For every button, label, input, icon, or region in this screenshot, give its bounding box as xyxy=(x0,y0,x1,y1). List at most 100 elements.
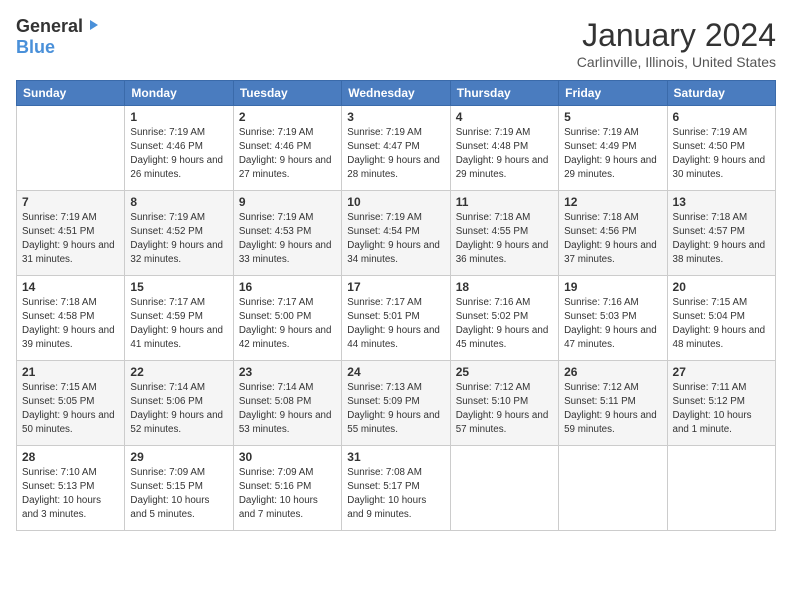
sunrise-text: Sunrise: 7:11 AM xyxy=(673,382,747,393)
day-cell: 11Sunrise: 7:18 AMSunset: 4:55 PMDayligh… xyxy=(450,191,558,276)
daylight-text: Daylight: 9 hours and 50 minutes. xyxy=(22,410,115,435)
day-number: 26 xyxy=(564,365,661,379)
day-info: Sunrise: 7:19 AMSunset: 4:47 PMDaylight:… xyxy=(347,126,444,181)
day-number: 28 xyxy=(22,450,119,464)
day-info: Sunrise: 7:09 AMSunset: 5:16 PMDaylight:… xyxy=(239,466,336,521)
day-info: Sunrise: 7:08 AMSunset: 5:17 PMDaylight:… xyxy=(347,466,444,521)
sunset-text: Sunset: 4:46 PM xyxy=(239,141,311,152)
day-info: Sunrise: 7:19 AMSunset: 4:46 PMDaylight:… xyxy=(239,126,336,181)
daylight-text: Daylight: 9 hours and 38 minutes. xyxy=(673,240,766,265)
sunrise-text: Sunrise: 7:08 AM xyxy=(347,467,422,478)
day-number: 6 xyxy=(673,110,770,124)
calendar-subtitle: Carlinville, Illinois, United States xyxy=(577,54,776,70)
sunrise-text: Sunrise: 7:12 AM xyxy=(564,382,639,393)
daylight-text: Daylight: 10 hours and 5 minutes. xyxy=(130,495,209,520)
day-info: Sunrise: 7:11 AMSunset: 5:12 PMDaylight:… xyxy=(673,381,770,436)
sunrise-text: Sunrise: 7:15 AM xyxy=(22,382,97,393)
day-info: Sunrise: 7:12 AMSunset: 5:11 PMDaylight:… xyxy=(564,381,661,436)
daylight-text: Daylight: 9 hours and 37 minutes. xyxy=(564,240,657,265)
day-number: 24 xyxy=(347,365,444,379)
day-number: 4 xyxy=(456,110,553,124)
logo-arrow-icon xyxy=(86,18,100,37)
week-row-3: 14Sunrise: 7:18 AMSunset: 4:58 PMDayligh… xyxy=(17,276,776,361)
sunrise-text: Sunrise: 7:19 AM xyxy=(564,127,639,138)
logo-blue: Blue xyxy=(16,37,100,58)
day-number: 12 xyxy=(564,195,661,209)
day-number: 21 xyxy=(22,365,119,379)
sunset-text: Sunset: 4:53 PM xyxy=(239,226,311,237)
sunrise-text: Sunrise: 7:09 AM xyxy=(239,467,314,478)
daylight-text: Daylight: 9 hours and 30 minutes. xyxy=(673,155,766,180)
sunrise-text: Sunrise: 7:13 AM xyxy=(347,382,422,393)
day-number: 2 xyxy=(239,110,336,124)
sunset-text: Sunset: 4:47 PM xyxy=(347,141,419,152)
sunrise-text: Sunrise: 7:16 AM xyxy=(456,297,531,308)
day-info: Sunrise: 7:15 AMSunset: 5:05 PMDaylight:… xyxy=(22,381,119,436)
day-number: 9 xyxy=(239,195,336,209)
sunrise-text: Sunrise: 7:14 AM xyxy=(239,382,314,393)
day-cell: 3Sunrise: 7:19 AMSunset: 4:47 PMDaylight… xyxy=(342,106,450,191)
daylight-text: Daylight: 9 hours and 33 minutes. xyxy=(239,240,332,265)
day-cell: 24Sunrise: 7:13 AMSunset: 5:09 PMDayligh… xyxy=(342,361,450,446)
sunrise-text: Sunrise: 7:14 AM xyxy=(130,382,205,393)
logo: General Blue xyxy=(16,16,100,58)
day-info: Sunrise: 7:12 AMSunset: 5:10 PMDaylight:… xyxy=(456,381,553,436)
day-cell: 31Sunrise: 7:08 AMSunset: 5:17 PMDayligh… xyxy=(342,446,450,531)
day-cell: 2 Sunrise: 7:19 AMSunset: 4:46 PMDaylight… xyxy=(233,106,341,191)
header-day-friday: Friday xyxy=(559,81,667,106)
day-number: 27 xyxy=(673,365,770,379)
day-cell xyxy=(450,446,558,531)
daylight-text: Daylight: 9 hours and 52 minutes. xyxy=(130,410,223,435)
sunset-text: Sunset: 5:11 PM xyxy=(564,396,636,407)
day-cell: 29Sunrise: 7:09 AMSunset: 5:15 PMDayligh… xyxy=(125,446,233,531)
day-number: 20 xyxy=(673,280,770,294)
day-info: Sunrise: 7:14 AMSunset: 5:06 PMDaylight:… xyxy=(130,381,227,436)
daylight-text: Daylight: 10 hours and 7 minutes. xyxy=(239,495,318,520)
daylight-text: Daylight: 9 hours and 26 minutes. xyxy=(130,155,223,180)
header-day-saturday: Saturday xyxy=(667,81,775,106)
sunrise-text: Sunrise: 7:18 AM xyxy=(564,212,639,223)
sunrise-text: Sunrise: 7:10 AM xyxy=(22,467,97,478)
sunset-text: Sunset: 5:09 PM xyxy=(347,396,419,407)
day-cell: 12 Sunrise: 7:18 AM Sunset: 4:56 PM Dayligh… xyxy=(559,191,667,276)
day-number: 19 xyxy=(564,280,661,294)
daylight-text: Daylight: 10 hours and 3 minutes. xyxy=(22,495,101,520)
daylight-text: Daylight: 9 hours and 53 minutes. xyxy=(239,410,332,435)
day-cell: 10Sunrise: 7:19 AMSunset: 4:54 PMDayligh… xyxy=(342,191,450,276)
day-info: Sunrise: 7:17 AMSunset: 5:00 PMDaylight:… xyxy=(239,296,336,351)
sunset-text: Sunset: 5:15 PM xyxy=(130,481,202,492)
header-day-monday: Monday xyxy=(125,81,233,106)
day-info: Sunrise: 7:10 AMSunset: 5:13 PMDaylight:… xyxy=(22,466,119,521)
day-cell: 23Sunrise: 7:14 AMSunset: 5:08 PMDayligh… xyxy=(233,361,341,446)
daylight-text: Daylight: 9 hours and 41 minutes. xyxy=(130,325,223,350)
sunrise-text: Sunrise: 7:18 AM xyxy=(22,297,97,308)
calendar-table: SundayMondayTuesdayWednesdayThursdayFrid… xyxy=(16,80,776,531)
day-info: Sunrise: 7:19 AMSunset: 4:54 PMDaylight:… xyxy=(347,211,444,266)
sunset-text: Sunset: 4:59 PM xyxy=(130,311,202,322)
sunset-text: Sunset: 4:56 PM xyxy=(564,226,636,237)
sunrise-text: Sunrise: 7:19 AM xyxy=(22,212,97,223)
day-info: Sunrise: 7:19 AMSunset: 4:46 PMDaylight:… xyxy=(130,126,227,181)
day-number: 8 xyxy=(130,195,227,209)
daylight-text: Daylight: 10 hours and 1 minute. xyxy=(673,410,752,435)
daylight-text: Daylight: 9 hours and 36 minutes. xyxy=(456,240,549,265)
daylight-text: Daylight: 9 hours and 39 minutes. xyxy=(22,325,115,350)
header-day-thursday: Thursday xyxy=(450,81,558,106)
sunrise-text: Sunrise: 7:17 AM xyxy=(347,297,422,308)
sunrise-text: Sunrise: 7:15 AM xyxy=(673,297,748,308)
day-cell: 21 Sunrise: 7:15 AMSunset: 5:05 PMDayligh… xyxy=(17,361,125,446)
day-cell: 27 Sunrise: 7:11 AMSunset: 5:12 PMDayligh… xyxy=(667,361,775,446)
day-info: Sunrise: 7:13 AMSunset: 5:09 PMDaylight:… xyxy=(347,381,444,436)
day-info: Sunrise: 7:09 AMSunset: 5:15 PMDaylight:… xyxy=(130,466,227,521)
sunrise-text: Sunrise: 7:19 AM xyxy=(347,212,422,223)
week-row-5: 28 Sunrise: 7:10 AMSunset: 5:13 PMDayligh… xyxy=(17,446,776,531)
sunset-text: Sunset: 4:49 PM xyxy=(564,141,636,152)
day-info: Sunrise: 7:18 AMSunset: 4:55 PMDaylight:… xyxy=(456,211,553,266)
sunset-text: Sunset: 4:57 PM xyxy=(673,226,745,237)
sunrise-text: Sunrise: 7:19 AM xyxy=(130,212,205,223)
sunrise-text: Sunrise: 7:19 AM xyxy=(456,127,531,138)
day-info: Sunrise: 7:17 AMSunset: 5:01 PMDaylight:… xyxy=(347,296,444,351)
day-cell: 13Sunrise: 7:18 AMSunset: 4:57 PMDayligh… xyxy=(667,191,775,276)
logo-general: General xyxy=(16,16,83,37)
day-cell: 15Sunrise: 7:17 AMSunset: 4:59 PMDayligh… xyxy=(125,276,233,361)
